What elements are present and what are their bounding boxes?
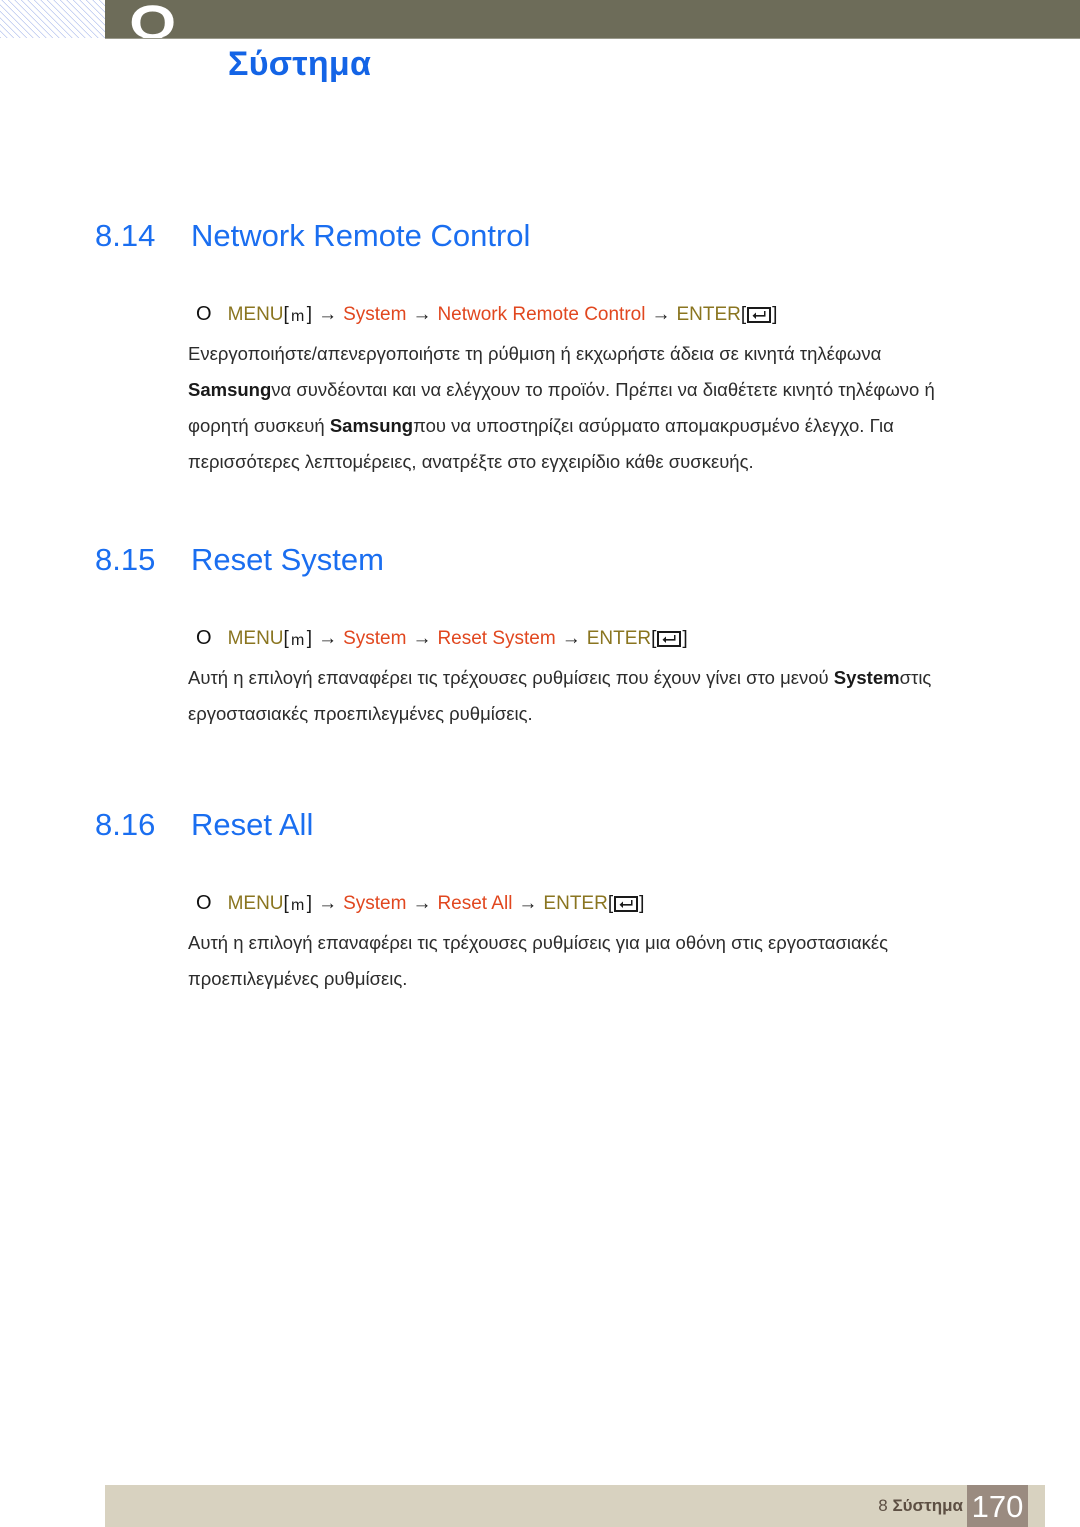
open-bracket: [ xyxy=(283,893,289,914)
arrow-icon: → xyxy=(412,893,432,914)
section-number: 8.15 xyxy=(95,542,156,577)
menu-step-2: Reset System xyxy=(437,628,556,649)
page-header: 8 xyxy=(0,0,1080,38)
arrow-icon: → xyxy=(318,628,338,649)
section-title: Reset All xyxy=(191,807,314,842)
close-bracket: ] xyxy=(639,893,645,914)
bullet-marker: O xyxy=(196,892,212,914)
page-number-box: 170 xyxy=(967,1485,1028,1527)
menu-step-1: System xyxy=(343,628,407,649)
arrow-icon: → xyxy=(651,304,671,325)
menu-key-icon: m xyxy=(290,306,306,323)
menu-button-label: MENU xyxy=(227,304,284,325)
arrow-icon: → xyxy=(412,628,432,649)
menu-step-1: System xyxy=(343,893,407,914)
section-body-8-14: Ενεργοποιήστε/απενεργοποιήστε τη ρύθμιση… xyxy=(188,336,988,480)
section-body-8-15: Αυτή η επιλογή επαναφέρει τις τρέχουσες … xyxy=(188,660,988,732)
menu-button-label: MENU xyxy=(227,893,284,914)
body-run-1: Αυτή η επιλογή επαναφέρει τις τρέχουσες … xyxy=(188,932,889,989)
menu-path-8-14: O MENU[m] → System → Network Remote Control → E… xyxy=(196,302,777,327)
menu-path-8-16: O MENU[m] → System → Reset All → ENTER[] xyxy=(196,891,644,916)
section-heading: 8.15 Reset System xyxy=(95,542,384,578)
close-bracket: ] xyxy=(682,628,688,649)
chapter-number-text: 8 xyxy=(126,0,179,38)
svg-text:m: m xyxy=(291,897,304,912)
header-hatch-pattern xyxy=(0,0,105,38)
open-bracket: [ xyxy=(283,628,289,649)
open-bracket: [ xyxy=(651,628,657,649)
menu-key-icon: m xyxy=(290,895,306,912)
section-title: Network Remote Control xyxy=(191,218,531,253)
enter-button-label: ENTER xyxy=(676,304,741,325)
enter-key-icon xyxy=(657,631,682,647)
open-bracket: [ xyxy=(283,304,289,325)
arrow-icon: → xyxy=(412,304,432,325)
page-title: Σύστημα xyxy=(228,45,372,83)
menu-step-1: System xyxy=(343,304,407,325)
body-run-1: Αυτή η επιλογή επαναφέρει τις τρέχουσες … xyxy=(188,667,834,688)
section-body-8-16: Αυτή η επιλογή επαναφέρει τις τρέχουσες … xyxy=(188,925,988,997)
arrow-icon: → xyxy=(561,628,581,649)
section-number: 8.14 xyxy=(95,218,156,253)
body-bold-1: Samsung xyxy=(188,379,272,400)
footer-chapter-title: Σύστημα xyxy=(892,1496,963,1515)
body-run-1: Ενεργοποιήστε/απενεργοποιήστε τη ρύθμιση… xyxy=(188,343,882,364)
menu-step-2: Reset All xyxy=(437,893,513,914)
arrow-icon: → xyxy=(318,304,338,325)
header-band-bottom-edge xyxy=(105,38,1080,39)
arrow-icon: → xyxy=(518,893,538,914)
section-number: 8.16 xyxy=(95,807,156,842)
open-bracket: [ xyxy=(607,893,614,914)
section-heading: 8.14 Network Remote Control xyxy=(95,218,530,254)
menu-key-icon: m xyxy=(290,630,306,647)
bullet-marker: O xyxy=(196,627,212,649)
enter-button-label: ENTER xyxy=(586,628,652,649)
section-title: Reset System xyxy=(191,542,384,577)
arrow-icon: → xyxy=(318,893,338,914)
enter-button-label: ENTER xyxy=(543,893,608,914)
menu-step-2: Network Remote Control xyxy=(437,304,646,325)
page-number: 170 xyxy=(971,1489,1024,1524)
page-footer: 8 Σύστημα 170 xyxy=(105,1485,1045,1527)
bullet-marker: O xyxy=(196,303,212,325)
svg-text:m: m xyxy=(291,308,304,323)
footer-chapter-ref: 8 Σύστημα xyxy=(878,1496,963,1516)
open-bracket: [ xyxy=(740,304,747,325)
enter-key-icon xyxy=(747,307,772,323)
svg-text:m: m xyxy=(291,632,304,647)
body-bold-2: Samsung xyxy=(329,415,414,436)
body-bold-1: System xyxy=(833,667,900,688)
footer-chapter-number: 8 xyxy=(878,1496,888,1515)
close-bracket: ] xyxy=(772,304,778,325)
menu-button-label: MENU xyxy=(227,628,284,649)
section-heading: 8.16 Reset All xyxy=(95,807,313,843)
menu-path-8-15: O MENU[m] → System → Reset System → ENTER[] xyxy=(196,626,688,651)
enter-key-icon xyxy=(614,896,639,912)
chapter-number-watermark: 8 xyxy=(105,0,1080,38)
